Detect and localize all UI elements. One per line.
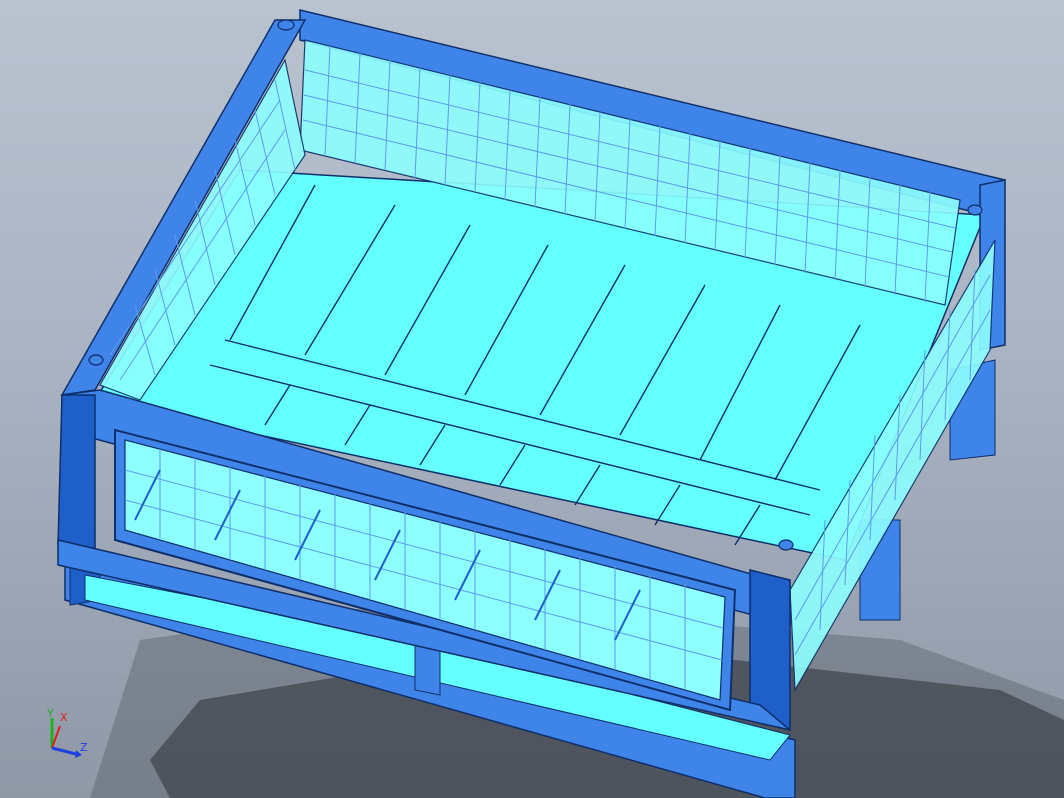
triad-z-label: Z <box>80 741 88 754</box>
front-left-corner-post <box>57 394 96 556</box>
cad-viewport[interactable]: Y X Z <box>0 0 1064 798</box>
pallet-cage-model[interactable] <box>0 0 1064 798</box>
z-axis-arrow <box>51 746 77 756</box>
triad-x-label: X <box>60 711 68 724</box>
triad-y-label: Y <box>47 707 54 720</box>
